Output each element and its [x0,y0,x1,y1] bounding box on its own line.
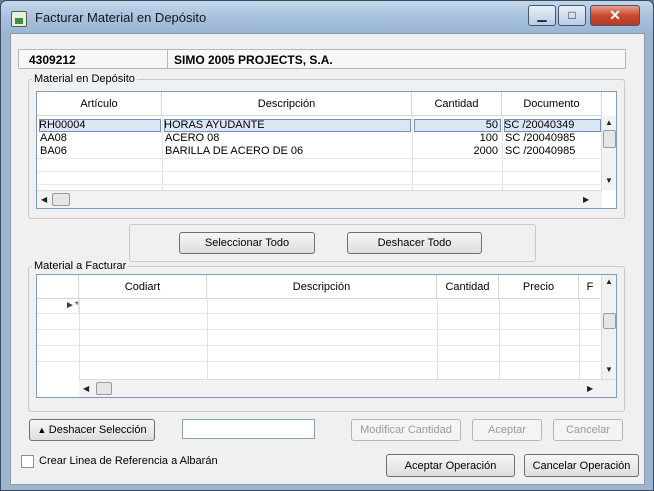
scroll-down-icon[interactable]: ▼ [605,176,613,185]
grid-divider [499,299,500,379]
create-reference-checkbox[interactable] [21,455,34,468]
arrow-up-icon: ▲ [37,425,49,435]
scroll-right-icon[interactable]: ▶ [587,384,593,393]
invoice-col-descripcion[interactable]: Descripción [207,275,437,299]
accept-button[interactable]: Aceptar [472,419,542,441]
grid-divider [502,116,503,190]
customer-name: SIMO 2005 PROJECTS, S.A. [174,53,333,67]
cancel-operation-button[interactable]: Cancelar Operación [524,454,639,477]
table-cell-documento[interactable]: SC /20040349 [504,119,601,132]
deposit-col-descripcion[interactable]: Descripción [162,92,412,116]
create-reference-label[interactable]: Crear Linea de Referencia a Albarán [39,455,218,467]
invoice-col-codiart[interactable]: Codiart [79,275,207,299]
undo-all-button[interactable]: Deshacer Todo [347,232,482,254]
invoice-col-f[interactable]: F [579,275,602,299]
scroll-thumb[interactable] [96,382,112,395]
invoice-vscrollbar[interactable]: ▲ ▼ [601,275,616,379]
grid-divider [207,299,208,379]
maximize-button[interactable]: □ [558,5,586,26]
customer-code: 4309212 [29,53,76,67]
scroll-right-icon[interactable]: ▶ [583,195,589,204]
row-line [37,313,602,314]
undo-selection-label: Deshacer Selección [48,424,147,436]
close-button[interactable]: ✕ [590,5,640,26]
row-line [37,329,602,330]
minimize-button[interactable]: ▁ [528,5,556,26]
table-cell-articulo[interactable]: RH00004 [39,119,161,132]
scroll-up-icon[interactable]: ▲ [605,277,613,286]
row-line [37,345,602,346]
customer-header: 4309212 SIMO 2005 PROJECTS, S.A. [18,49,626,69]
table-cell-cantidad[interactable]: 100 [414,132,501,145]
row-line [37,158,602,159]
header-separator [167,50,168,68]
scroll-down-icon[interactable]: ▼ [605,365,613,374]
scroll-left-icon[interactable]: ◀ [83,384,89,393]
table-cell-articulo[interactable]: BA06 [40,145,160,158]
table-cell-articulo[interactable]: AA08 [40,132,160,145]
scroll-thumb[interactable] [603,130,616,148]
deposit-col-documento[interactable]: Documento [502,92,602,116]
app-icon [11,11,27,27]
new-row-marker: ►* [37,299,79,313]
grid-divider [579,299,580,379]
accept-operation-button[interactable]: Aceptar Operación [386,454,515,477]
grid-divider [79,299,80,379]
deposit-grid[interactable]: Artículo Descripción Cantidad Documento … [36,91,617,209]
deposit-vscrollbar[interactable]: ▲ ▼ [601,116,616,190]
table-cell-documento[interactable]: SC /20040985 [505,132,601,145]
row-line [37,361,602,362]
title-bar[interactable]: Facturar Material en Depósito ▁ □ ✕ [1,1,653,33]
scroll-left-icon[interactable]: ◀ [41,195,47,204]
row-line [37,171,602,172]
invoice-group-label: Material a Facturar [32,260,129,272]
table-cell-descripcion[interactable]: ACERO 08 [165,132,410,145]
quantity-input[interactable] [182,419,315,439]
scroll-thumb[interactable] [603,313,616,329]
table-cell-descripcion[interactable]: HORAS AYUDANTE [164,119,411,132]
scroll-up-icon[interactable]: ▲ [605,118,613,127]
facturar-dialog: Facturar Material en Depósito ▁ □ ✕ 4309… [0,0,654,491]
invoice-grid[interactable]: Codiart Descripción Cantidad Precio F ►*… [36,274,617,398]
modify-quantity-button[interactable]: Modificar Cantidad [351,419,461,441]
table-cell-descripcion[interactable]: BARILLA DE ACERO DE 06 [165,145,410,158]
window-title: Facturar Material en Depósito [35,10,207,25]
deposit-group-label: Material en Depósito [32,73,137,85]
select-all-button[interactable]: Seleccionar Todo [179,232,315,254]
undo-selection-button[interactable]: ▲ Deshacer Selección [29,419,155,441]
deposit-hscrollbar[interactable]: ◀ ▶ [37,190,602,208]
cancel-button[interactable]: Cancelar [553,419,623,441]
invoice-hscrollbar[interactable]: ◀ ▶ [79,379,616,397]
grid-divider [412,116,413,190]
scroll-thumb[interactable] [52,193,70,206]
invoice-row-header [37,275,79,299]
invoice-col-cantidad[interactable]: Cantidad [437,275,499,299]
table-cell-cantidad[interactable]: 2000 [414,145,501,158]
table-cell-documento[interactable]: SC /20040985 [505,145,601,158]
new-row-icon: ►* [65,300,79,311]
table-cell-cantidad[interactable]: 50 [414,119,501,132]
grid-divider [437,299,438,379]
deposit-col-cantidad[interactable]: Cantidad [412,92,502,116]
deposit-col-articulo[interactable]: Artículo [37,92,162,116]
grid-divider [162,116,163,190]
invoice-col-precio[interactable]: Precio [499,275,579,299]
row-line [37,184,602,185]
